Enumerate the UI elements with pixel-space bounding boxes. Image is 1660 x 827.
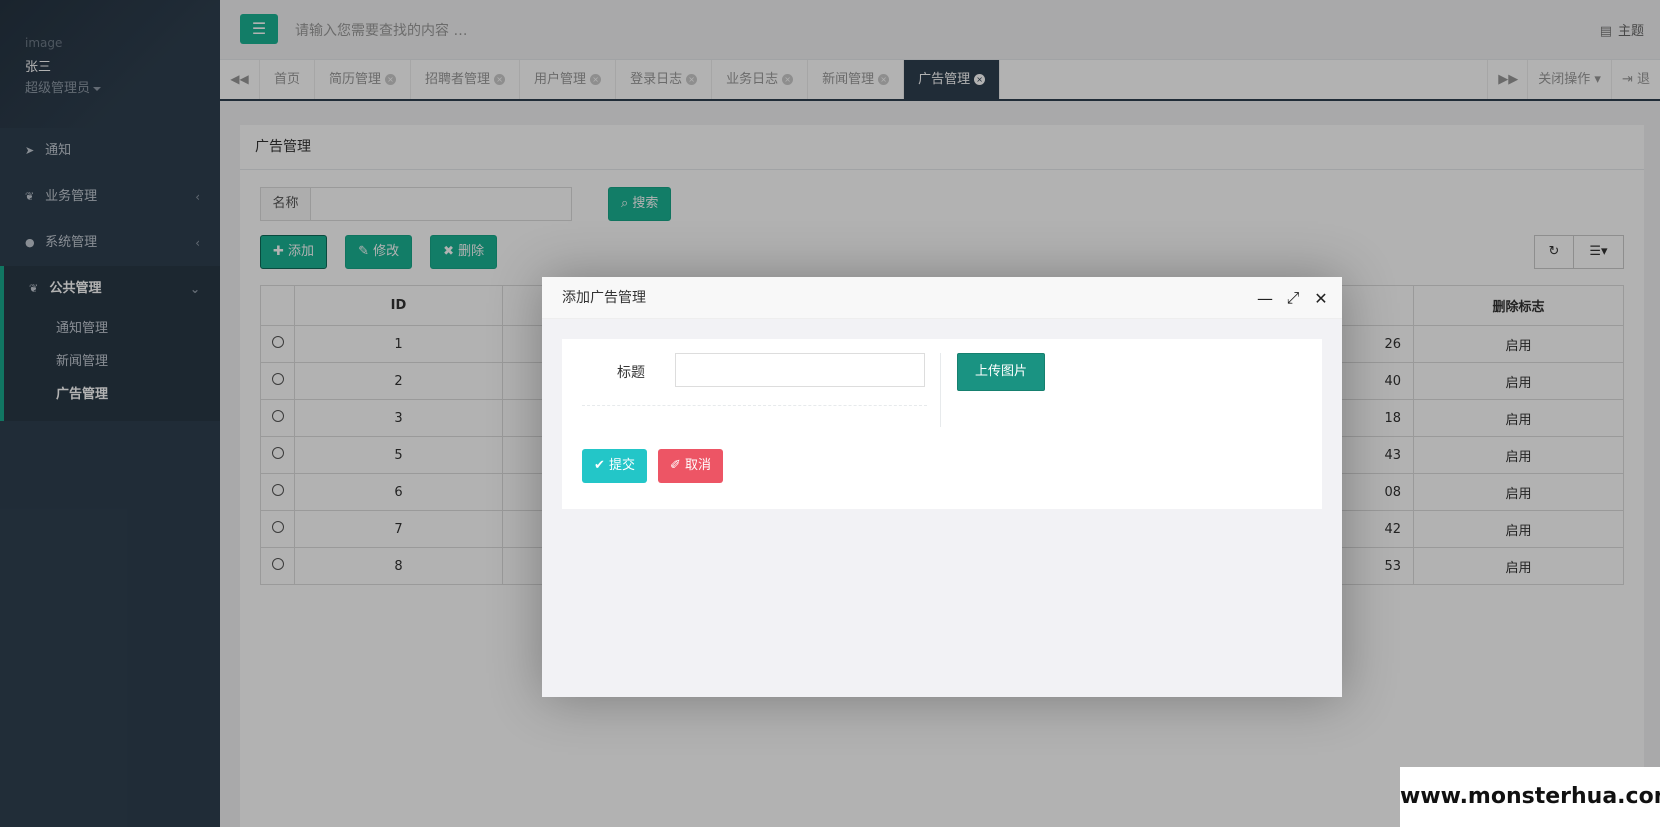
- submit-button[interactable]: ✔ 提交: [582, 449, 648, 483]
- add-ad-dialog: 添加广告管理 — ⤢ ✕ 标题 上传图片 ✔ 提交 ✐ 取消: [542, 277, 1342, 697]
- form-vertical-divider: [940, 353, 941, 427]
- upload-image-button[interactable]: 上传图片: [957, 353, 1046, 391]
- maximize-icon[interactable]: ⤢: [1284, 288, 1302, 308]
- close-icon[interactable]: ✕: [1312, 289, 1330, 308]
- cancel-button-label: 取消: [685, 458, 712, 473]
- dialog-title: 添加广告管理: [542, 277, 1342, 319]
- submit-button-label: 提交: [609, 458, 636, 473]
- form-divider: [582, 405, 927, 406]
- title-input[interactable]: [675, 353, 925, 387]
- dialog-form: 标题 上传图片 ✔ 提交 ✐ 取消: [562, 339, 1322, 509]
- title-field-label: 标题: [617, 365, 645, 381]
- eraser-icon: ✐: [670, 458, 681, 473]
- minimize-icon[interactable]: —: [1256, 289, 1274, 308]
- dialog-controls: — ⤢ ✕: [1256, 277, 1330, 319]
- check-icon: ✔: [594, 458, 605, 473]
- cancel-button[interactable]: ✐ 取消: [658, 449, 724, 483]
- watermark-text: www.monsterhua.com: [1400, 767, 1660, 827]
